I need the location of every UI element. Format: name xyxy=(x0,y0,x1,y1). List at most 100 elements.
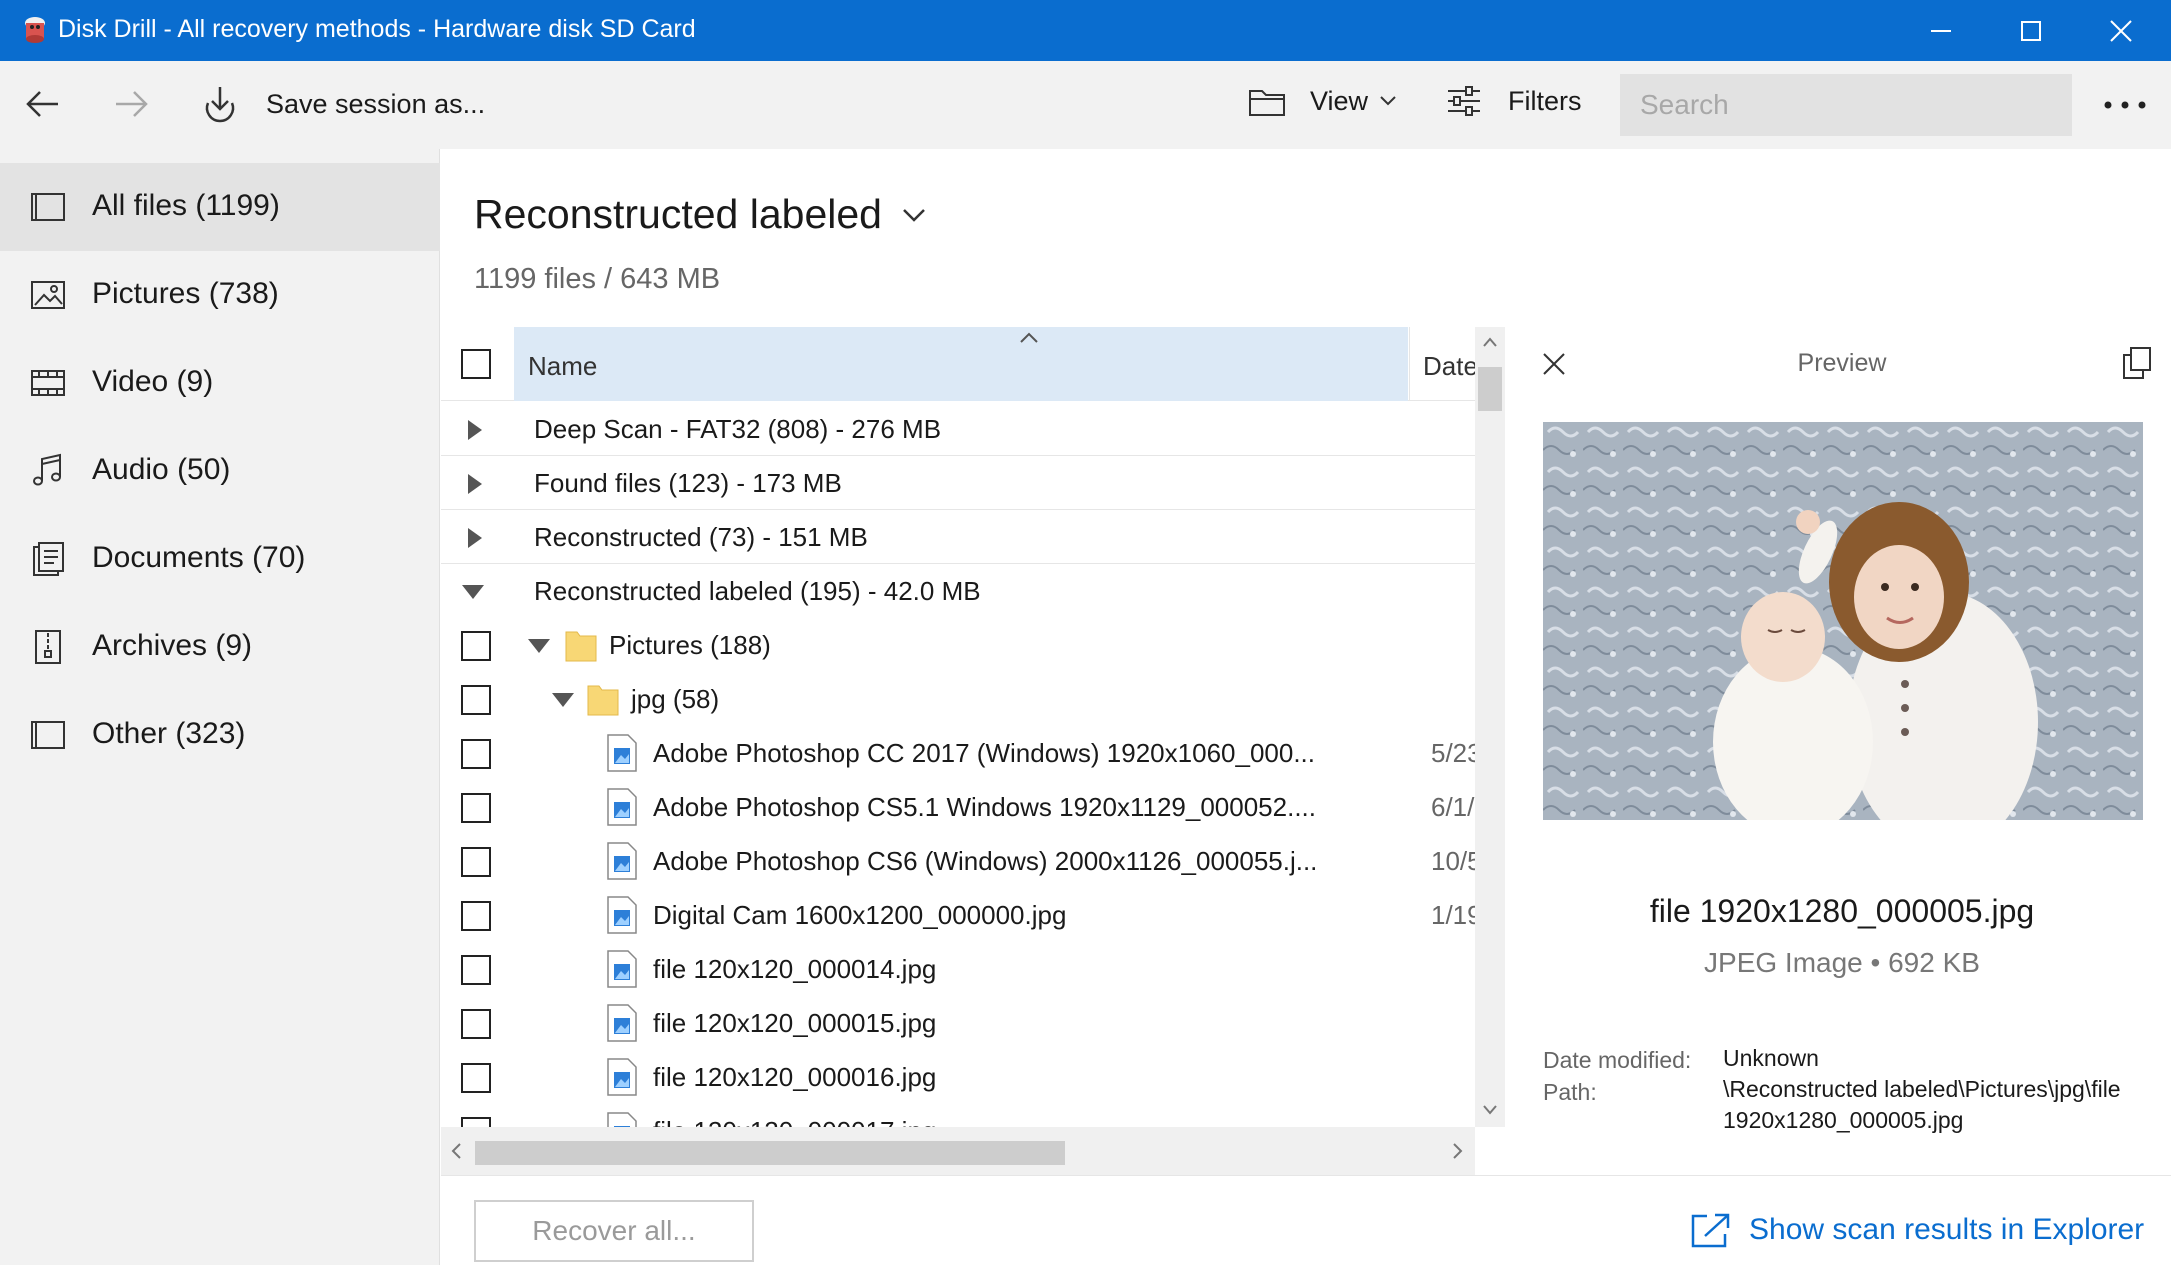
maximize-button[interactable] xyxy=(1986,0,2076,61)
sidebar-item-label: All files (1199) xyxy=(92,189,280,222)
collapse-arrow-icon[interactable] xyxy=(527,638,551,654)
close-button[interactable] xyxy=(2076,0,2166,61)
file-date: 10/5 xyxy=(1431,846,1475,876)
disk-drill-logo-icon xyxy=(25,17,45,43)
copy-icon[interactable] xyxy=(2123,347,2151,379)
scroll-left-icon[interactable] xyxy=(451,1143,461,1159)
scroll-down-icon[interactable] xyxy=(1483,1105,1497,1115)
date-modified-value: Unknown xyxy=(1723,1045,1819,1071)
file-row[interactable]: file 120x120_000014.jpg xyxy=(441,942,1475,996)
toolbar: Save session as... View Filters xyxy=(0,61,2171,149)
file-row[interactable]: Adobe Photoshop CS6 (Windows) 2000x1126_… xyxy=(441,834,1475,888)
filters-button[interactable]: Filters xyxy=(1446,85,1582,117)
sidebar-item-archives[interactable]: Archives (9) xyxy=(0,603,440,691)
group-row-reconstructed[interactable]: Reconstructed (73) - 151 MB xyxy=(441,510,1475,564)
file-row[interactable]: Digital Cam 1600x1200_000000.jpg 1/19 xyxy=(441,888,1475,942)
folder-row-jpg[interactable]: jpg (58) xyxy=(441,672,1475,726)
save-session-button[interactable]: Save session as... xyxy=(202,85,485,123)
all-files-icon xyxy=(31,193,65,221)
image-file-icon xyxy=(607,842,637,880)
chevron-down-icon xyxy=(1380,96,1396,106)
results-heading-dropdown[interactable]: Reconstructed labeled xyxy=(474,191,926,238)
row-checkbox[interactable] xyxy=(461,1009,491,1039)
sidebar-item-label: Archives (9) xyxy=(92,629,253,662)
folder-icon xyxy=(587,685,619,716)
collapse-arrow-icon[interactable] xyxy=(551,692,575,708)
search-box[interactable] xyxy=(1620,74,2072,136)
search-input[interactable] xyxy=(1620,74,2072,136)
arrow-right-icon xyxy=(116,91,148,117)
row-checkbox[interactable] xyxy=(461,793,491,823)
row-checkbox[interactable] xyxy=(461,955,491,985)
image-file-icon xyxy=(607,950,637,988)
expand-arrow-icon[interactable] xyxy=(467,473,483,495)
select-all-checkbox[interactable] xyxy=(461,349,491,379)
group-label: Found files (123) - 173 MB xyxy=(534,468,842,498)
path-label: Path: xyxy=(1543,1079,1597,1105)
sidebar-item-all-files[interactable]: All files (1199) xyxy=(0,163,440,251)
file-date: 1/19 xyxy=(1431,900,1475,930)
file-date: 6/1/ xyxy=(1431,792,1475,822)
column-header-date[interactable]: Date xyxy=(1409,327,1475,401)
chevron-down-icon xyxy=(903,208,925,222)
horizontal-scroll-thumb[interactable] xyxy=(475,1141,1065,1165)
row-checkbox[interactable] xyxy=(461,631,491,661)
view-label: View xyxy=(1310,85,1369,116)
file-row[interactable]: file 120x120_000016.jpg xyxy=(441,1050,1475,1104)
folder-row-pictures[interactable]: Pictures (188) xyxy=(441,618,1475,672)
image-file-icon xyxy=(607,734,637,772)
group-row-found-files[interactable]: Found files (123) - 173 MB xyxy=(441,456,1475,510)
scroll-right-icon[interactable] xyxy=(1453,1143,1463,1159)
row-checkbox[interactable] xyxy=(461,739,491,769)
file-row[interactable]: Adobe Photoshop CS5.1 Windows 1920x1129_… xyxy=(441,780,1475,834)
file-name: Digital Cam 1600x1200_000000.jpg xyxy=(653,900,1067,930)
main-panel: Reconstructed labeled 1199 files / 643 M… xyxy=(441,149,2171,1265)
group-row-deep-scan[interactable]: Deep Scan - FAT32 (808) - 276 MB xyxy=(441,402,1475,456)
sidebar-item-pictures[interactable]: Pictures (738) xyxy=(0,251,440,339)
close-icon xyxy=(2110,19,2132,42)
maximize-icon xyxy=(2021,20,2041,41)
row-checkbox[interactable] xyxy=(461,1063,491,1093)
sidebar-item-audio[interactable]: Audio (50) xyxy=(0,427,440,515)
sidebar-item-video[interactable]: Video (9) xyxy=(0,339,440,427)
column-header-name[interactable]: Name xyxy=(514,327,1408,401)
image-file-icon xyxy=(607,896,637,934)
collapse-arrow-icon[interactable] xyxy=(461,584,485,600)
row-checkbox[interactable] xyxy=(461,847,491,877)
window-title: Disk Drill - All recovery methods - Hard… xyxy=(58,15,696,43)
sidebar-item-documents[interactable]: Documents (70) xyxy=(0,515,440,603)
sort-ascending-icon xyxy=(1020,332,1038,343)
expand-arrow-icon[interactable] xyxy=(467,419,483,441)
row-checkbox[interactable] xyxy=(461,901,491,931)
scroll-up-icon[interactable] xyxy=(1483,337,1497,347)
archives-icon xyxy=(35,630,61,664)
horizontal-scrollbar[interactable] xyxy=(441,1127,1475,1175)
sidebar-item-other[interactable]: Other (323) xyxy=(0,691,440,779)
sidebar-item-label: Video (9) xyxy=(92,365,214,398)
recover-all-button[interactable]: Recover all... xyxy=(474,1200,754,1262)
preview-filename: file 1920x1280_000005.jpg xyxy=(1649,893,2035,929)
expand-arrow-icon[interactable] xyxy=(467,527,483,549)
folder-outline-icon xyxy=(1249,90,1285,116)
row-checkbox[interactable] xyxy=(461,685,491,715)
file-row[interactable]: file 120x120_000015.jpg xyxy=(441,996,1475,1050)
file-name: Adobe Photoshop CC 2017 (Windows) 1920x1… xyxy=(653,738,1315,768)
group-row-reconstructed-labeled[interactable]: Reconstructed labeled (195) - 42.0 MB xyxy=(441,564,1475,618)
file-row[interactable]: Adobe Photoshop CC 2017 (Windows) 1920x1… xyxy=(441,726,1475,780)
vertical-scroll-thumb[interactable] xyxy=(1478,367,1502,411)
sidebar-item-label: Documents (70) xyxy=(92,541,306,574)
forward-button[interactable] xyxy=(114,89,148,119)
file-name: Adobe Photoshop CS6 (Windows) 2000x1126_… xyxy=(653,846,1318,876)
filters-icon xyxy=(1448,86,1480,116)
more-options-button[interactable] xyxy=(2104,101,2146,109)
back-button[interactable] xyxy=(26,89,60,119)
group-label: Reconstructed (73) - 151 MB xyxy=(534,522,868,552)
path-value: \Reconstructed labeled\Pictures\jpg\file… xyxy=(1723,1076,2121,1133)
minimize-button[interactable] xyxy=(1896,0,1986,61)
vertical-scrollbar[interactable] xyxy=(1475,327,1505,1127)
file-name: file 120x120_000014.jpg xyxy=(653,954,937,984)
sidebar-item-label: Other (323) xyxy=(92,717,246,750)
more-horizontal-icon xyxy=(2104,101,2146,109)
view-menu[interactable]: View xyxy=(1248,85,1396,117)
show-in-explorer-link[interactable]: Show scan results in Explorer xyxy=(1691,1212,2144,1248)
